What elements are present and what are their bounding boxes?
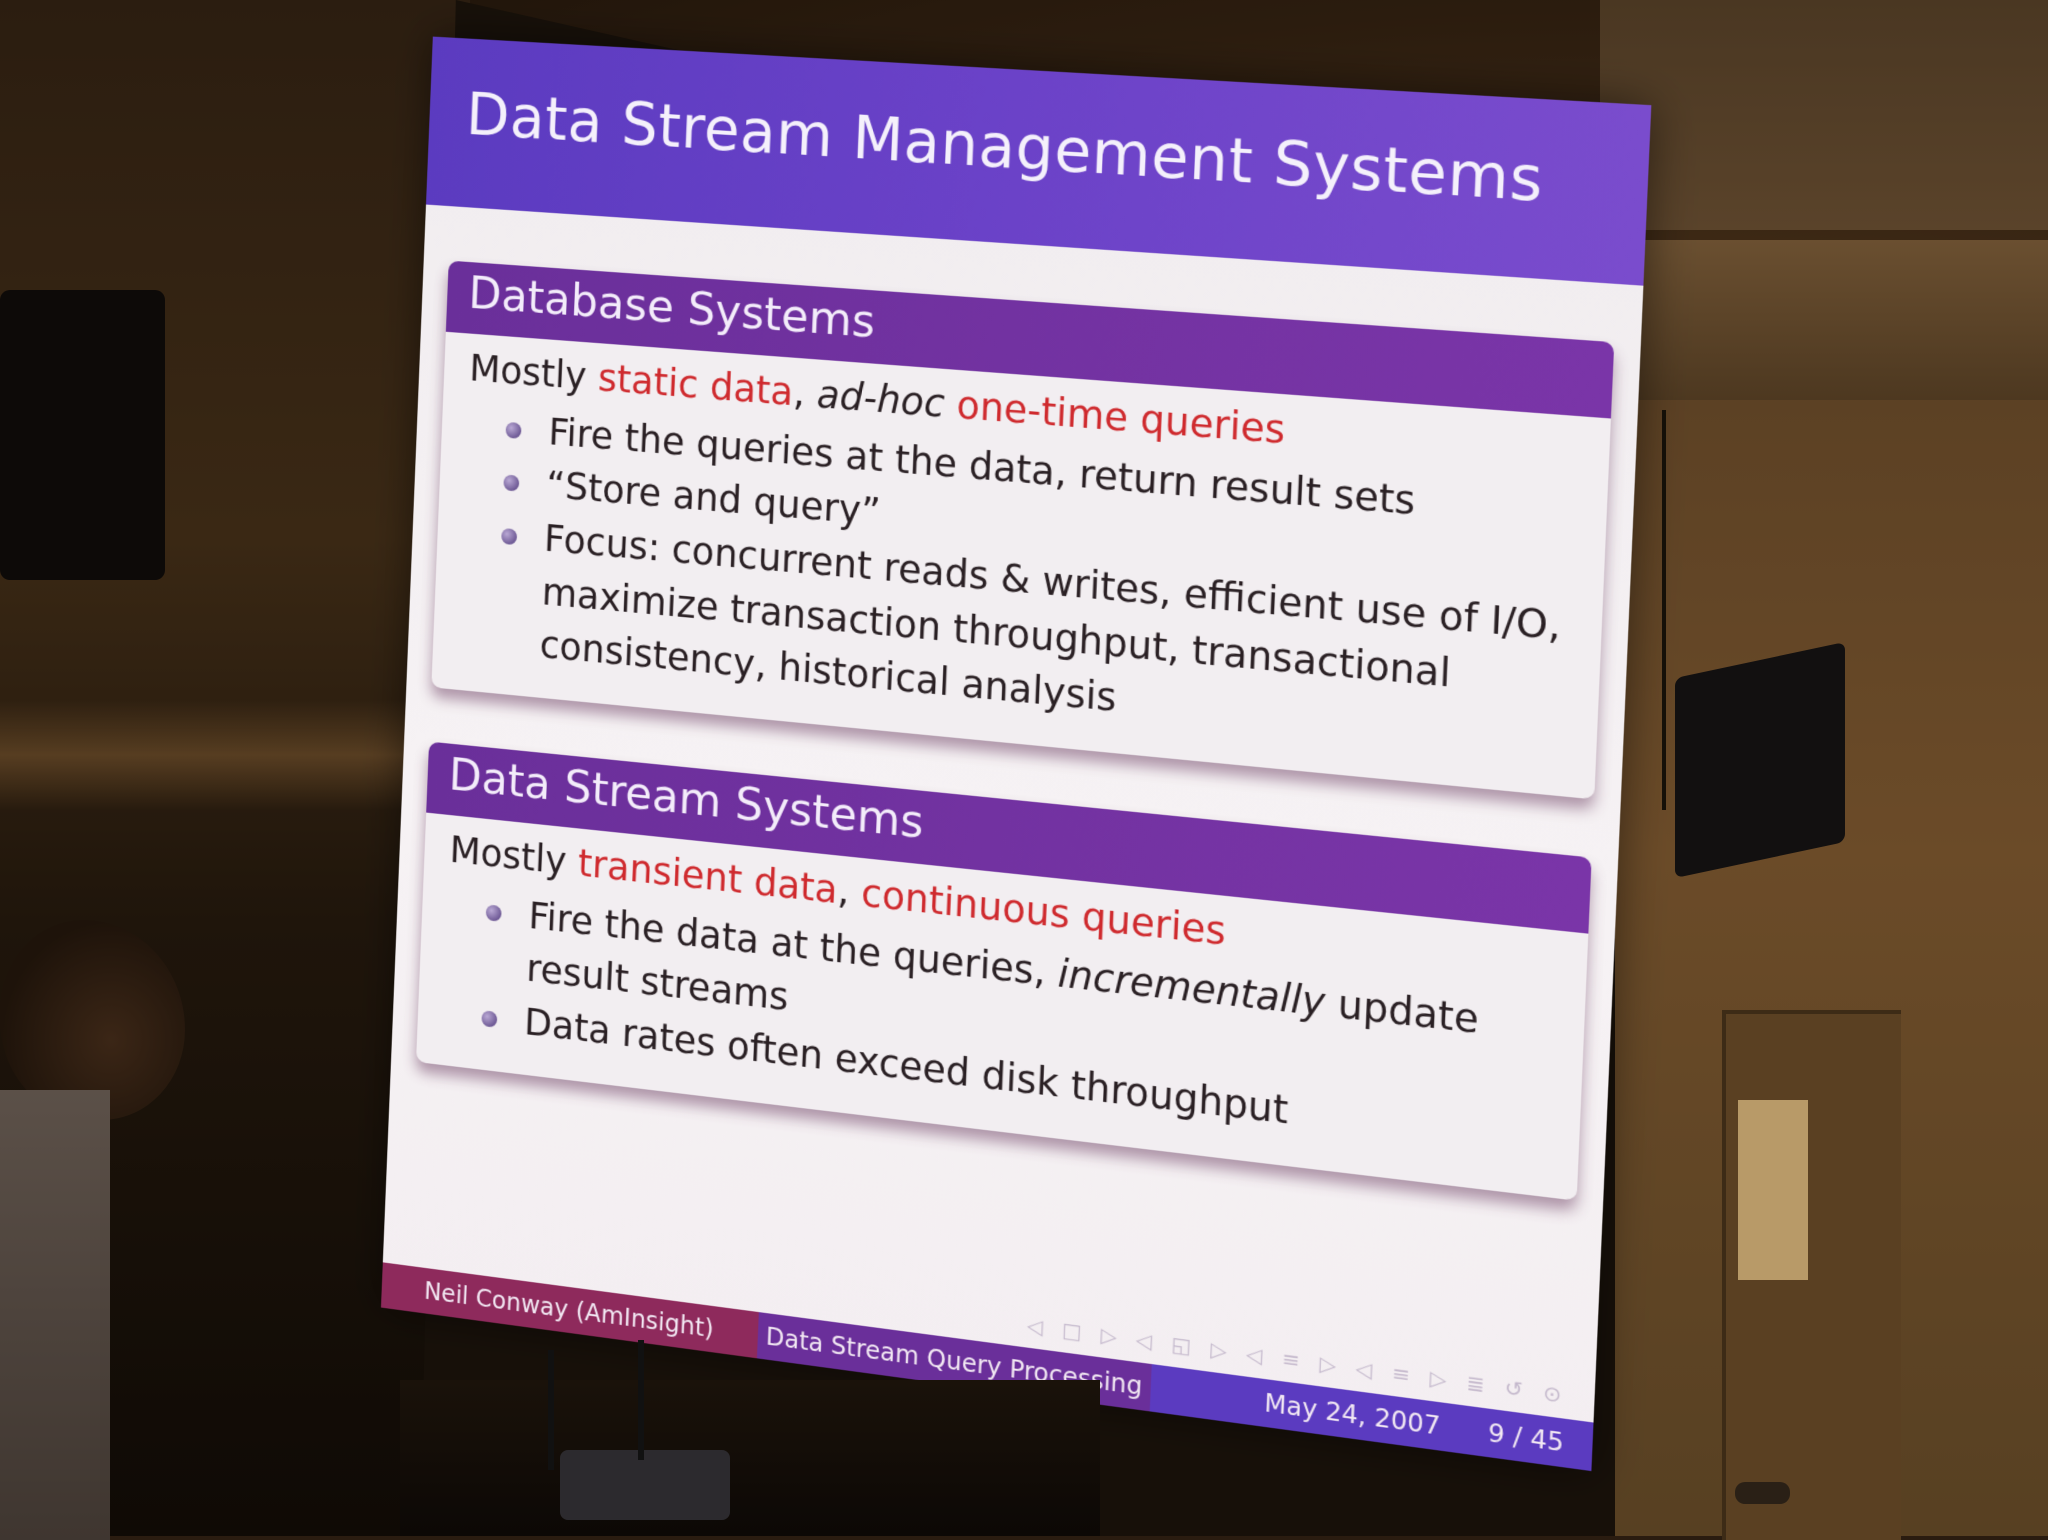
slide-title: Data Stream Management Systems: [464, 80, 1545, 216]
speaker-cable: [1662, 410, 1666, 810]
lead-prefix: Mostly: [448, 828, 580, 885]
bullet-icon: [481, 1010, 498, 1028]
highlight-static-data: static data: [597, 356, 795, 415]
footer-page-number: 9 / 45: [1487, 1418, 1565, 1458]
wireless-router: [560, 1450, 730, 1520]
router-antenna: [638, 1340, 644, 1460]
left-wall-speaker: [0, 290, 165, 580]
wall-light-band: [0, 700, 470, 810]
lead-separator: ,: [792, 370, 818, 417]
desk-equipment: [400, 1380, 1100, 1536]
italic-ad-hoc: ad-hoc: [815, 372, 946, 427]
door-notice-paper: [1738, 1100, 1808, 1280]
bullet-icon: [505, 421, 522, 439]
lead-separator: ,: [836, 868, 863, 915]
bullet-icon: [503, 474, 520, 492]
ceiling: [1600, 0, 2048, 230]
router-antenna: [548, 1350, 554, 1470]
bullet-icon: [501, 527, 518, 546]
projected-slide: Data Stream Management Systems Database …: [380, 36, 1652, 1472]
presenter-body: [0, 1090, 110, 1540]
data-stream-systems-block: Data Stream Systems Mostly transient dat…: [416, 741, 1592, 1201]
presenter-silhouette: [0, 920, 200, 1540]
lead-prefix: Mostly: [468, 346, 600, 400]
bullet-icon: [485, 903, 502, 922]
right-wall-speaker: [1675, 641, 1845, 879]
database-systems-block: Database Systems Mostly static data, ad-…: [431, 260, 1615, 800]
door-handle: [1735, 1482, 1790, 1504]
block-title: Database Systems: [467, 268, 877, 349]
